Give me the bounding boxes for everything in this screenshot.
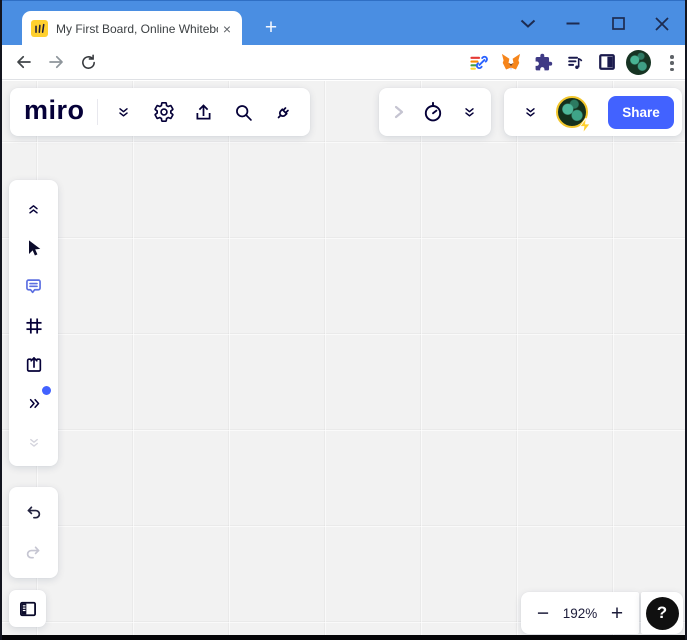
- miro-logo[interactable]: miro: [24, 95, 85, 129]
- lightning-badge-icon: [579, 118, 591, 133]
- whiteboard-canvas[interactable]: [2, 81, 685, 635]
- toolbar-divider: [96, 99, 98, 125]
- tab-title: My First Board, Online Whiteboa: [56, 21, 218, 36]
- presentation-chevrons-icon[interactable]: [514, 92, 546, 132]
- select-cursor-icon[interactable]: [14, 228, 54, 267]
- browser-profile-avatar[interactable]: [626, 50, 651, 75]
- help-button[interactable]: ?: [645, 596, 679, 630]
- zoom-controls: − 192% +: [521, 592, 639, 634]
- redo-icon[interactable]: [14, 534, 54, 570]
- upload-icon[interactable]: [14, 345, 54, 384]
- forward-icon[interactable]: [42, 48, 70, 76]
- reload-icon[interactable]: [74, 48, 102, 76]
- metamask-fox-icon[interactable]: [498, 49, 524, 75]
- comment-icon[interactable]: [14, 267, 54, 306]
- music-list-extension-icon[interactable]: [562, 49, 588, 75]
- miro-favicon: [31, 20, 48, 37]
- zoom-in-button[interactable]: +: [605, 603, 629, 624]
- history-panel: [9, 487, 58, 578]
- browser-toolbar: miro.com/app/board/uXjVOuJFGRQ=/: [2, 45, 685, 121]
- export-upload-icon[interactable]: [184, 92, 224, 132]
- search-icon[interactable]: [224, 92, 264, 132]
- frames-panel-button[interactable]: [9, 590, 46, 627]
- new-tab-button[interactable]: +: [258, 15, 284, 41]
- settings-gear-icon[interactable]: [144, 92, 184, 132]
- main-toolbar: miro: [10, 88, 310, 136]
- extensions-puzzle-icon[interactable]: [530, 49, 556, 75]
- more-tools-icon[interactable]: [14, 384, 54, 423]
- browser-titlebar: My First Board, Online Whiteboa × +: [2, 0, 685, 46]
- account-panel: Share: [504, 88, 682, 136]
- zoom-level[interactable]: 192%: [563, 606, 598, 621]
- apps-plug-icon[interactable]: [264, 92, 304, 132]
- browser-window: My First Board, Online Whiteboa × + miro…: [0, 0, 687, 640]
- window-bottom-border: [2, 635, 685, 640]
- sidebar-extension-icon[interactable]: [594, 49, 620, 75]
- share-button[interactable]: Share: [608, 95, 674, 129]
- close-window-button[interactable]: [640, 1, 684, 46]
- scroll-down-icon[interactable]: [14, 423, 54, 462]
- user-avatar[interactable]: [556, 96, 591, 133]
- frame-icon[interactable]: [14, 306, 54, 345]
- forward-chevron-icon[interactable]: [385, 92, 413, 132]
- tab-close-icon[interactable]: ×: [218, 20, 236, 38]
- minimize-button[interactable]: [551, 1, 595, 46]
- collapse-chevrons-icon[interactable]: [104, 92, 144, 132]
- undo-icon[interactable]: [14, 495, 54, 531]
- kebab-menu-icon[interactable]: [664, 53, 680, 73]
- frames-panel-icon: [19, 601, 36, 616]
- link-extension-icon[interactable]: [466, 49, 492, 75]
- zoom-out-button[interactable]: −: [531, 603, 555, 624]
- collapse-up-icon[interactable]: [14, 189, 54, 228]
- timer-panel: [379, 88, 491, 136]
- notification-dot: [41, 386, 51, 395]
- tab-search-chevron-icon[interactable]: [506, 1, 550, 46]
- browser-tab[interactable]: My First Board, Online Whiteboa ×: [22, 11, 242, 46]
- timer-chevrons-icon[interactable]: [453, 92, 485, 132]
- back-icon[interactable]: [10, 48, 38, 76]
- tools-sidebar: [9, 180, 58, 466]
- help-panel: ?: [641, 592, 683, 634]
- maximize-button[interactable]: [596, 1, 640, 46]
- timer-icon[interactable]: [413, 92, 453, 132]
